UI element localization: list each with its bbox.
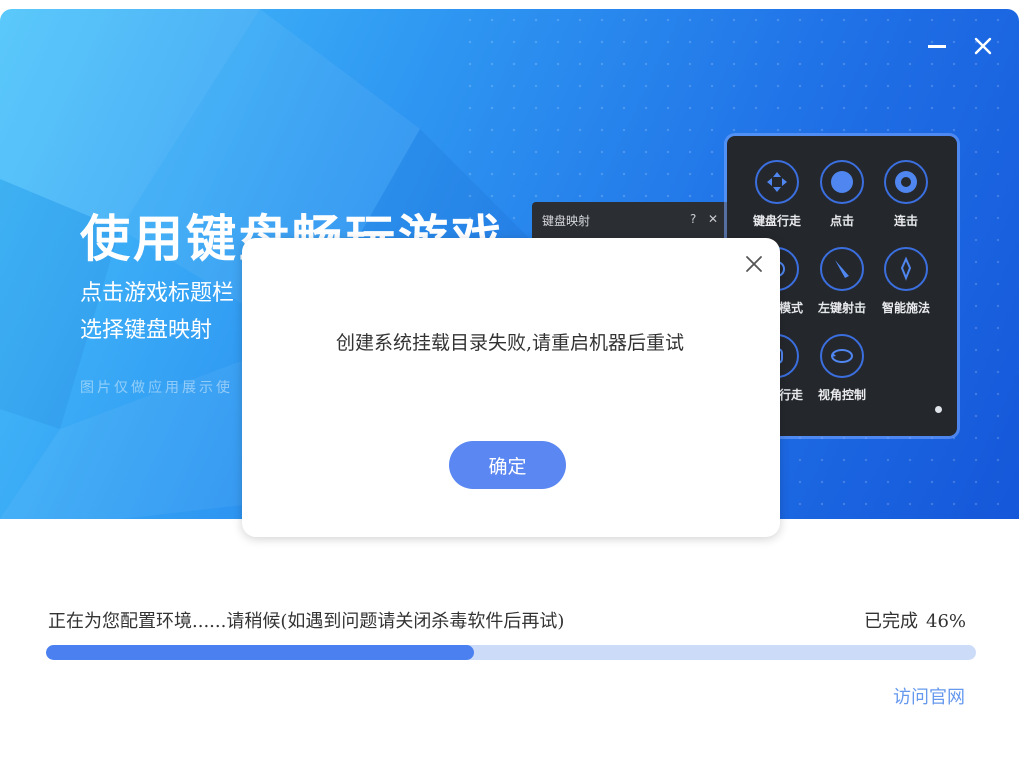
visit-website-link[interactable]: 访问官网 [893, 683, 965, 709]
feature-smart-cast: 智能施法 [876, 247, 936, 316]
dialog-message: 创建系统挂载目录失败,请重启机器后重试 [335, 332, 685, 354]
banner-subtitle-2: 选择键盘映射 [80, 318, 213, 343]
done-label: 已完成 [864, 611, 918, 632]
feature-left-click-shoot: 左键射击 [812, 247, 872, 316]
progress-percent: 46% [926, 611, 967, 632]
dpad-icon [755, 160, 799, 204]
progress-bar [46, 645, 976, 660]
progress-status-text: 正在为您配置环境......请稍候(如遇到问题请关闭杀毒软件后再试) [48, 611, 565, 632]
help-icon: ? [690, 212, 697, 226]
tap-icon [820, 160, 864, 204]
shoot-icon [820, 247, 864, 291]
dialog-close-button[interactable] [744, 254, 764, 274]
carousel-dot[interactable] [935, 406, 942, 413]
close-button[interactable] [972, 35, 994, 57]
feature-keyboard-walk: 键盘行走 [747, 160, 807, 229]
mini-panel-title: 键盘映射 [542, 214, 591, 228]
installer-window: 使用键盘畅玩游戏 点击游戏标题栏 选择键盘映射 图片仅做应用展示使 键盘映射 ?… [0, 0, 1019, 760]
feature-combo: 连击 [876, 160, 936, 229]
progress-completion: 已完成 46% [864, 607, 966, 633]
cast-icon [884, 247, 928, 291]
progress-bar-fill [46, 645, 474, 660]
error-dialog: 创建系统挂载目录失败,请重启机器后重试 确定 [242, 238, 780, 537]
banner-subtitle-1: 点击游戏标题栏 [80, 281, 235, 306]
view-rotate-icon [820, 334, 864, 378]
mini-close-icon: ✕ [708, 212, 719, 226]
close-icon [974, 37, 992, 55]
combo-icon [884, 160, 928, 204]
minimize-icon [928, 45, 946, 48]
banner-note: 图片仅做应用展示使 [80, 380, 233, 396]
confirm-button[interactable]: 确定 [449, 441, 566, 489]
close-icon [746, 256, 762, 272]
feature-tap: 点击 [812, 160, 872, 229]
feature-view-control: 视角控制 [812, 334, 872, 403]
minimize-button[interactable] [926, 35, 948, 57]
